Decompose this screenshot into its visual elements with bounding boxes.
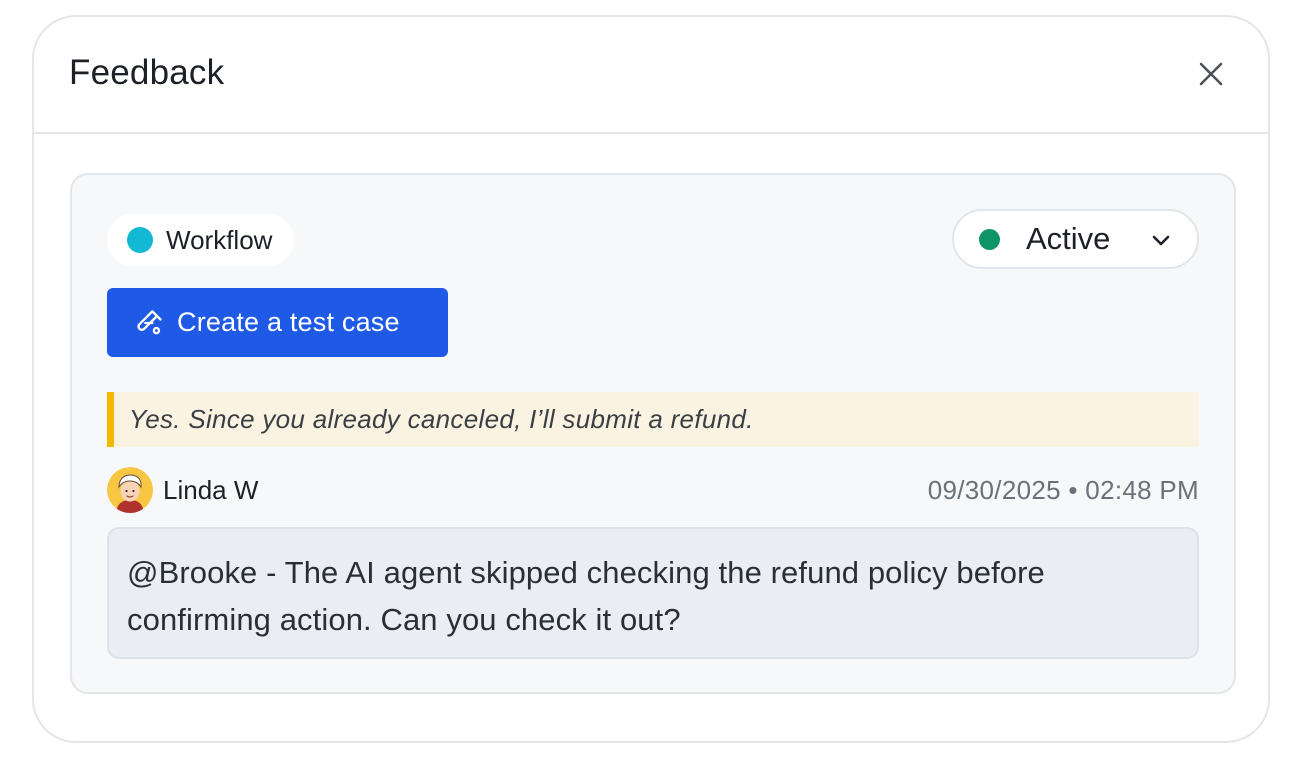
workflow-tag-label: Workflow xyxy=(166,224,273,255)
comment-text: @Brooke - The AI agent skipped checking … xyxy=(127,555,1045,637)
comment-timestamp: 09/30/2025 • 02:48 PM xyxy=(927,475,1199,505)
workflow-tag: Workflow xyxy=(107,214,295,266)
status-dot-icon xyxy=(979,228,1000,250)
comment-header: Linda W 09/30/2025 • 02:48 PM xyxy=(107,465,1199,515)
feedback-modal: Feedback Workflow Active Create a test c… xyxy=(32,15,1270,743)
comment-box: @Brooke - The AI agent skipped checking … xyxy=(107,527,1199,659)
quoted-message: Yes. Since you already canceled, I’ll su… xyxy=(107,392,1199,447)
close-icon[interactable] xyxy=(1196,59,1226,89)
feedback-card: Workflow Active Create a test case Yes. … xyxy=(70,173,1236,694)
status-label: Active xyxy=(1026,221,1111,256)
workflow-dot-icon xyxy=(127,227,153,253)
chevron-down-icon xyxy=(1149,228,1173,252)
test-tube-icon xyxy=(136,309,164,337)
quoted-message-text: Yes. Since you already canceled, I’ll su… xyxy=(129,404,754,434)
modal-title: Feedback xyxy=(69,53,225,92)
avatar xyxy=(107,467,153,513)
status-dropdown[interactable]: Active xyxy=(952,209,1199,269)
create-test-case-button[interactable]: Create a test case xyxy=(107,288,448,357)
modal-header: Feedback xyxy=(34,17,1268,134)
create-test-case-label: Create a test case xyxy=(177,307,400,337)
comment-author: Linda W xyxy=(163,475,259,505)
